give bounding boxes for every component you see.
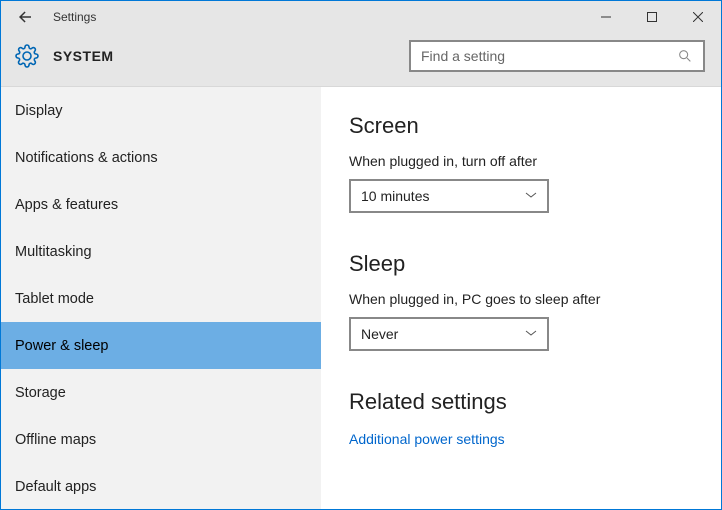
sidebar-item-apps-features[interactable]: Apps & features bbox=[1, 181, 321, 228]
chevron-down-icon bbox=[525, 188, 537, 204]
close-button[interactable] bbox=[675, 1, 721, 33]
chevron-down-icon bbox=[525, 326, 537, 342]
screen-turn-off-label: When plugged in, turn off after bbox=[349, 153, 693, 169]
screen-turn-off-select[interactable]: 10 minutes bbox=[349, 179, 549, 213]
page-title: SYSTEM bbox=[41, 48, 409, 64]
window-controls bbox=[583, 1, 721, 33]
minimize-button[interactable] bbox=[583, 1, 629, 33]
sleep-select[interactable]: Never bbox=[349, 317, 549, 351]
related-settings-heading: Related settings bbox=[349, 389, 693, 415]
sidebar-item-label: Offline maps bbox=[15, 432, 96, 448]
sidebar-item-storage[interactable]: Storage bbox=[1, 369, 321, 416]
window-title: Settings bbox=[49, 10, 583, 24]
sidebar-item-label: Tablet mode bbox=[15, 291, 94, 307]
maximize-button[interactable] bbox=[629, 1, 675, 33]
sidebar: Display Notifications & actions Apps & f… bbox=[1, 87, 321, 509]
titlebar: Settings bbox=[1, 1, 721, 33]
sidebar-item-label: Default apps bbox=[15, 479, 96, 495]
sleep-heading: Sleep bbox=[349, 251, 693, 277]
sidebar-item-offline-maps[interactable]: Offline maps bbox=[1, 416, 321, 463]
arrow-left-icon bbox=[16, 8, 34, 26]
sidebar-item-notifications-actions[interactable]: Notifications & actions bbox=[1, 134, 321, 181]
minimize-icon bbox=[601, 12, 611, 22]
sidebar-item-tablet-mode[interactable]: Tablet mode bbox=[1, 275, 321, 322]
header: SYSTEM Find a setting bbox=[1, 33, 721, 87]
sleep-value: Never bbox=[361, 326, 398, 342]
sleep-label: When plugged in, PC goes to sleep after bbox=[349, 291, 693, 307]
sidebar-item-display[interactable]: Display bbox=[1, 87, 321, 134]
maximize-icon bbox=[647, 12, 657, 22]
search-icon bbox=[677, 48, 693, 64]
back-button[interactable] bbox=[1, 1, 49, 33]
gear-icon bbox=[13, 42, 41, 70]
screen-heading: Screen bbox=[349, 113, 693, 139]
sidebar-item-default-apps[interactable]: Default apps bbox=[1, 463, 321, 509]
sidebar-item-label: Notifications & actions bbox=[15, 150, 158, 166]
sidebar-item-label: Multitasking bbox=[15, 244, 92, 260]
close-icon bbox=[693, 12, 703, 22]
content-area: Screen When plugged in, turn off after 1… bbox=[321, 87, 721, 509]
screen-turn-off-value: 10 minutes bbox=[361, 188, 429, 204]
sidebar-item-label: Storage bbox=[15, 385, 66, 401]
sidebar-item-label: Display bbox=[15, 103, 63, 119]
search-placeholder: Find a setting bbox=[421, 48, 677, 64]
search-input[interactable]: Find a setting bbox=[409, 40, 705, 72]
additional-power-settings-link[interactable]: Additional power settings bbox=[349, 431, 693, 447]
sidebar-item-label: Power & sleep bbox=[15, 338, 109, 354]
sidebar-item-power-sleep[interactable]: Power & sleep bbox=[1, 322, 321, 369]
sidebar-item-label: Apps & features bbox=[15, 197, 118, 213]
sidebar-item-multitasking[interactable]: Multitasking bbox=[1, 228, 321, 275]
